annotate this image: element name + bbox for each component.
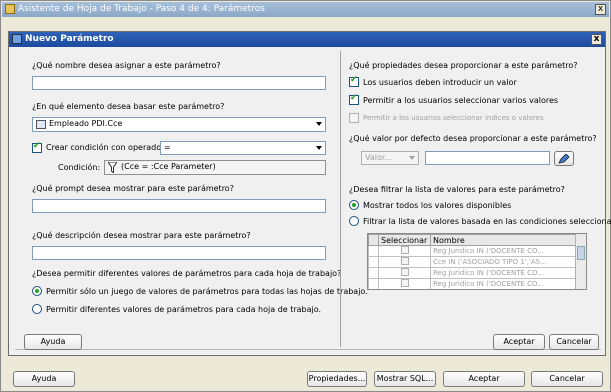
- dialog-app-icon: [12, 34, 22, 44]
- new-parameter-title-bar[interactable]: Nuevo Parámetro x: [9, 32, 605, 47]
- wizard-accept-button[interactable]: Aceptar: [443, 371, 525, 387]
- edit-value-button[interactable]: [554, 151, 574, 166]
- wizard-button-bar: Ayuda Propiedades... Mostrar SQL... Acep…: [1, 361, 610, 391]
- operator-value: =: [164, 143, 171, 152]
- single-set-radio[interactable]: [32, 286, 42, 296]
- accept-button[interactable]: Aceptar: [493, 334, 545, 350]
- show-all-radio[interactable]: [349, 200, 359, 210]
- value-type-value: Valor...: [365, 153, 393, 162]
- worksheet-wizard-dialog: Asistente de Hoja de Trabajo - Paso 4 de…: [0, 0, 611, 392]
- allow-multiple-label: Permitir a los usuarios seleccionar vari…: [363, 96, 559, 105]
- filter-conditions-label: Filtrar la lista de valores basada en la…: [363, 217, 611, 226]
- table-row[interactable]: Reg Juridico IN ('DOCENTE CO...: [368, 267, 576, 279]
- wizard-properties-button[interactable]: Propiedades...: [307, 371, 367, 387]
- row-select-checkbox[interactable]: [400, 268, 409, 276]
- table-row[interactable]: Cce IN ('ASOCIADO TIPO 1','AS...: [368, 256, 576, 268]
- show-all-label: Mostrar todos los valores disponibles: [363, 201, 512, 210]
- operator-select[interactable]: =: [160, 141, 326, 155]
- value-type-select[interactable]: Valor...: [361, 151, 419, 165]
- column-header-select[interactable]: Seleccionar: [378, 234, 431, 246]
- column-header-name[interactable]: Nombre: [430, 234, 576, 246]
- prompt-question-label: ¿Qué prompt desea mostrar para este pará…: [32, 184, 234, 193]
- row-select-checkbox[interactable]: [400, 257, 409, 265]
- table-header-row: Seleccionar Nombre: [368, 234, 576, 246]
- table-row[interactable]: Reg Juridico IN ('DOCENTE CO...: [368, 245, 576, 257]
- wizard-help-button[interactable]: Ayuda: [13, 371, 75, 387]
- new-parameter-close-button[interactable]: x: [591, 34, 602, 45]
- chevron-down-icon: [409, 156, 415, 160]
- pencil-icon: [558, 153, 570, 164]
- base-item-select[interactable]: Empleado PDI.Cce: [32, 117, 326, 132]
- new-parameter-title: Nuevo Parámetro: [25, 34, 114, 44]
- conditions-table: Seleccionar Nombre Reg Juridico IN ('DOC…: [367, 233, 587, 290]
- wizard-show-sql-button[interactable]: Mostrar SQL...: [374, 371, 436, 387]
- base-item-value: Empleado PDI.Cce: [49, 119, 123, 128]
- column-divider: [340, 51, 341, 347]
- filter-question-label: ¿Desea filtrar la lista de valores para …: [349, 185, 565, 194]
- filter-conditions-radio[interactable]: [349, 216, 359, 226]
- table-scrollbar[interactable]: [575, 234, 586, 289]
- help-button[interactable]: Ayuda: [24, 334, 82, 350]
- row-header-cell: [368, 234, 379, 246]
- default-value-question-label: ¿Qué valor por defecto desea proporciona…: [349, 134, 597, 143]
- wizard-title: Asistente de Hoja de Trabajo - Paso 4 de…: [18, 4, 265, 14]
- different-values-radio[interactable]: [32, 304, 42, 314]
- row-name: Reg Juridico IN ('DOCENTE CO...: [430, 278, 576, 289]
- users-must-enter-label: Los usuarios deben introducir un valor: [363, 78, 517, 87]
- chevron-down-icon: [316, 122, 322, 126]
- description-question-label: ¿Qué descripción desea mostrar para este…: [32, 231, 251, 240]
- new-parameter-dialog: Nuevo Parámetro x ¿Qué nombre desea asig…: [8, 31, 611, 356]
- create-condition-label: Crear condición con operador:: [46, 143, 167, 152]
- row-name: Reg Juridico IN ('DOCENTE CO...: [430, 245, 576, 257]
- allow-multiple-checkbox[interactable]: [349, 93, 359, 105]
- condition-label: Condición:: [58, 163, 101, 172]
- allow-indices-label: Permitir a los usuarios seleccionar índi…: [363, 114, 544, 122]
- parameter-name-input[interactable]: [32, 76, 326, 90]
- wizard-close-button[interactable]: x: [595, 4, 606, 15]
- scrollbar-thumb[interactable]: [577, 246, 585, 260]
- users-must-enter-checkbox[interactable]: [349, 75, 359, 87]
- condition-display: (Cce = :Cce Parameter): [104, 160, 326, 175]
- chevron-down-icon: [316, 146, 322, 150]
- different-values-label: Permitir diferentes valores de parámetro…: [46, 305, 322, 314]
- properties-question-label: ¿Qué propiedades desea proporcionar a es…: [349, 61, 578, 70]
- filter-icon: [108, 162, 117, 173]
- row-select-checkbox[interactable]: [400, 246, 409, 254]
- row-select-checkbox[interactable]: [400, 279, 409, 287]
- base-item-question-label: ¿En qué elemento desea basar este paráme…: [32, 102, 225, 111]
- create-condition-checkbox[interactable]: [32, 141, 42, 153]
- single-set-label: Permitir sólo un juego de valores de par…: [46, 287, 368, 296]
- row-name: Reg Juridico IN ('DOCENTE CO...: [430, 267, 576, 279]
- wizard-title-bar[interactable]: Asistente de Hoja de Trabajo - Paso 4 de…: [2, 2, 609, 17]
- wizard-cancel-button[interactable]: Cancelar: [531, 371, 603, 387]
- multi-values-question-label: ¿Desea permitir diferentes valores de pa…: [32, 269, 342, 278]
- name-question-label: ¿Qué nombre desea asignar a este parámet…: [32, 61, 221, 70]
- table-row[interactable]: Reg Juridico IN ('DOCENTE CO...: [368, 278, 576, 289]
- default-value-input[interactable]: [425, 151, 550, 165]
- condition-value: (Cce = :Cce Parameter): [121, 162, 216, 171]
- wizard-app-icon: [5, 4, 15, 14]
- prompt-input[interactable]: [32, 199, 326, 213]
- item-icon: [36, 120, 46, 129]
- description-input[interactable]: [32, 246, 326, 260]
- allow-indices-checkbox[interactable]: [349, 113, 359, 123]
- row-name: Cce IN ('ASOCIADO TIPO 1','AS...: [430, 256, 576, 268]
- cancel-button[interactable]: Cancelar: [549, 334, 599, 350]
